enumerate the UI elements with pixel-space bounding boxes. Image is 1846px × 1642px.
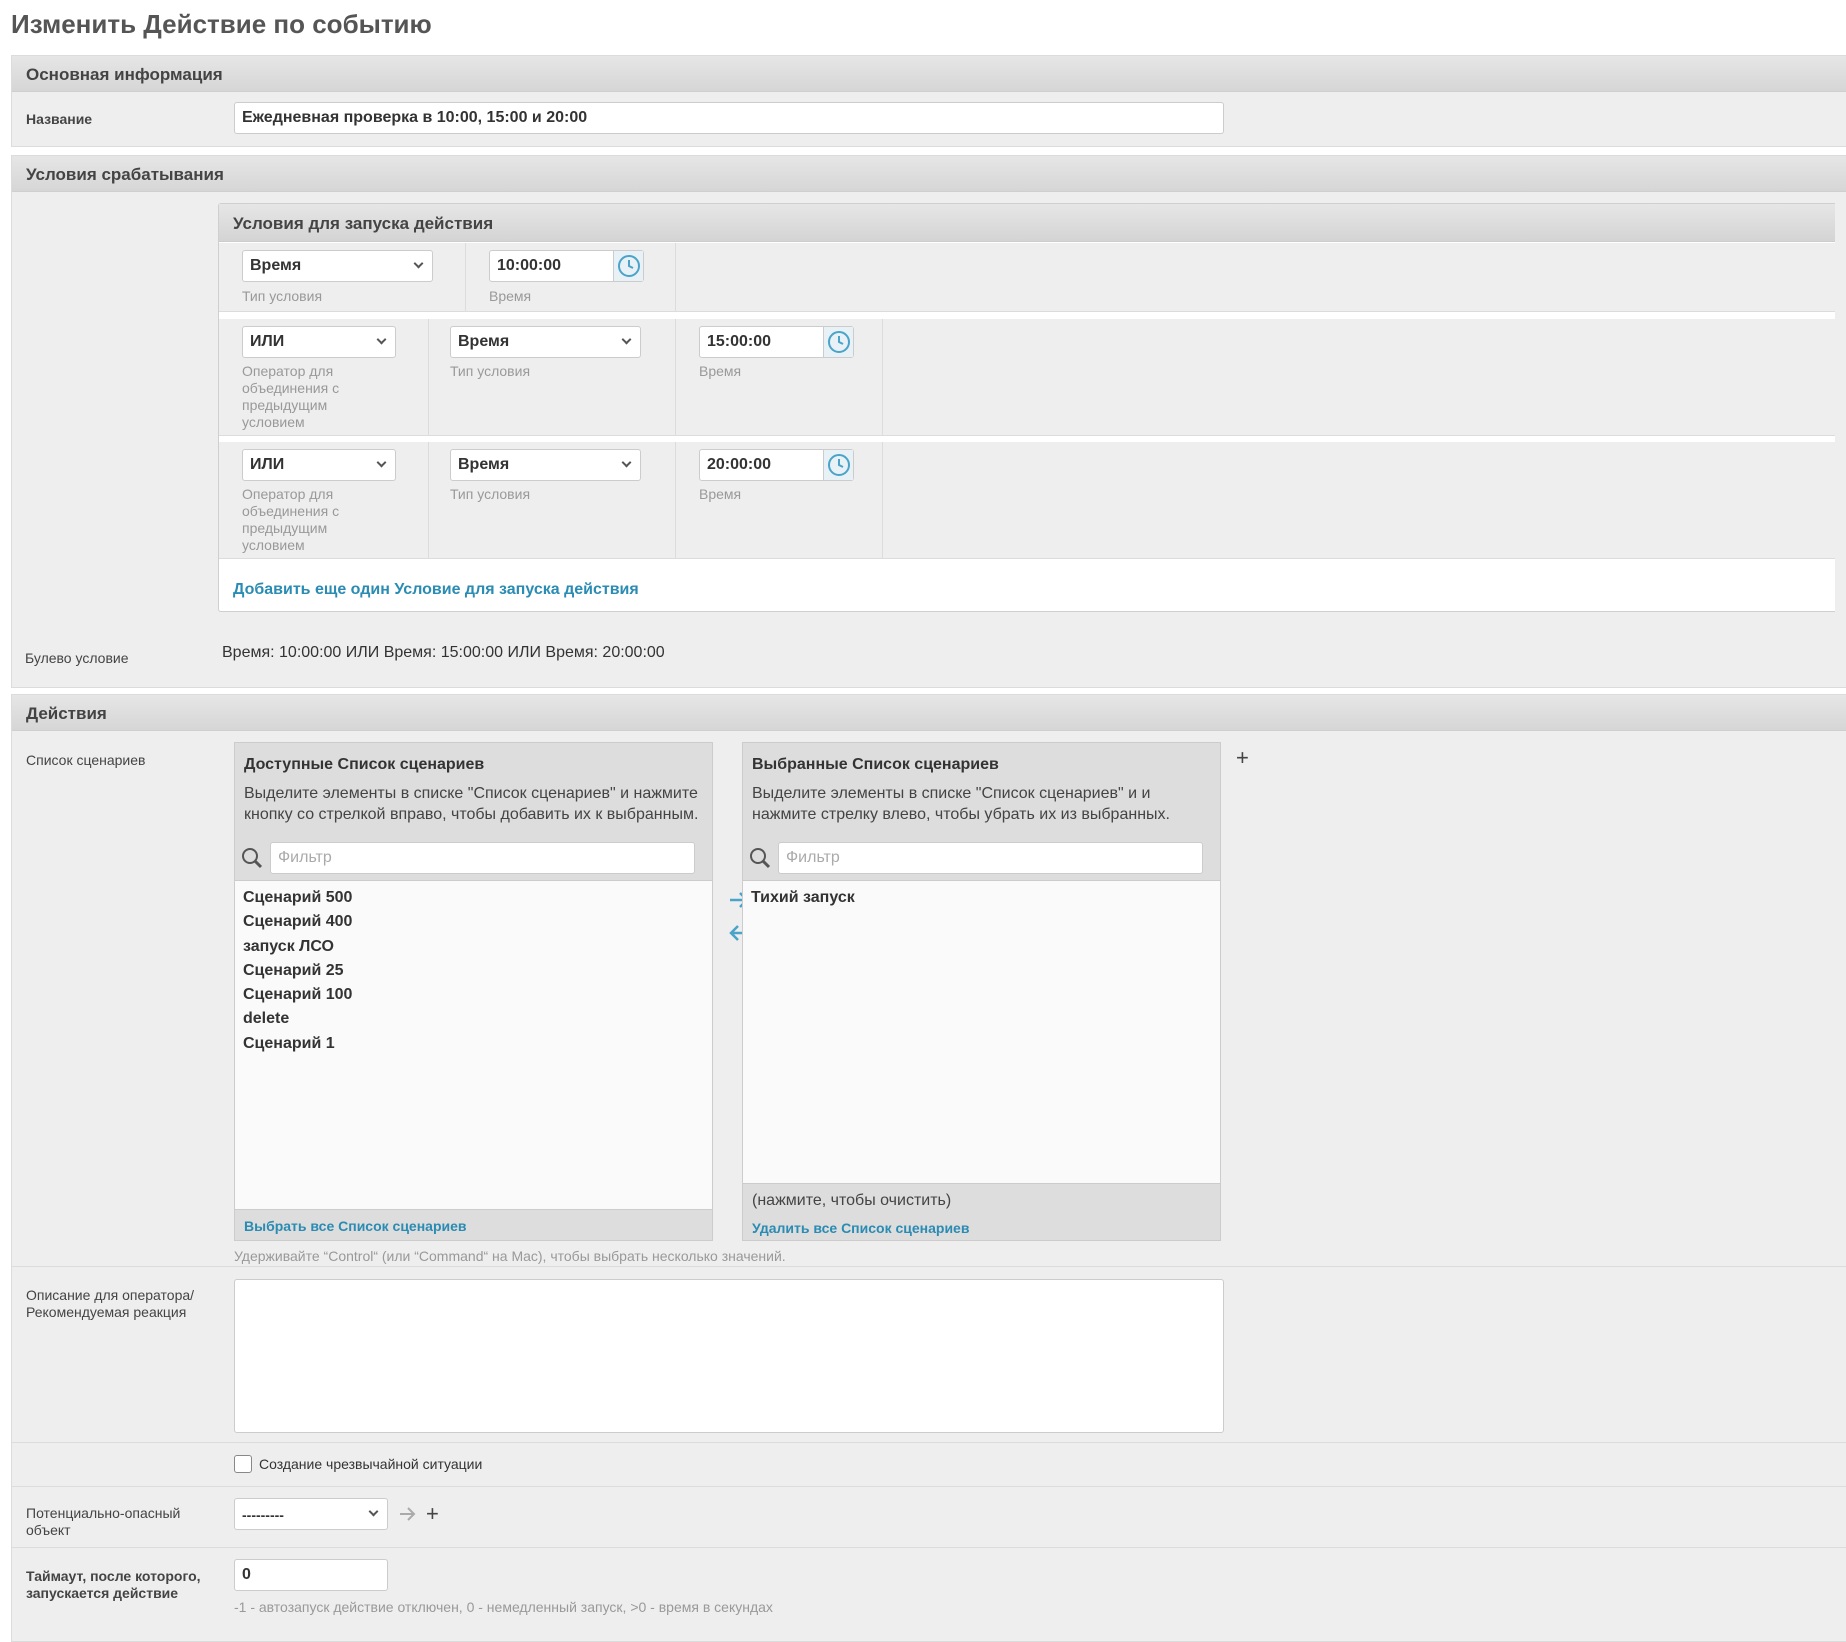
arrow-right-icon[interactable] xyxy=(399,1506,417,1527)
condition-type-value: Время xyxy=(458,333,510,350)
chosen-scenarios-box: Выбранные Список сценариев Выделите элем… xyxy=(742,742,1221,1241)
condition-type-value: Время xyxy=(250,257,302,274)
timeout-label: Таймаут, после которого, запускается дей… xyxy=(26,1568,201,1601)
clock-icon[interactable] xyxy=(823,450,853,480)
boolean-condition-label: Булево условие xyxy=(25,650,129,666)
search-icon xyxy=(749,847,771,874)
remove-all-link[interactable]: Удалить все Список сценариев xyxy=(752,1220,969,1236)
list-item[interactable]: Тихий запуск xyxy=(751,886,1212,910)
emergency-checkbox[interactable] xyxy=(234,1455,252,1473)
list-item[interactable]: запуск ЛСО xyxy=(243,935,704,959)
search-icon xyxy=(241,847,263,874)
boolean-condition-value: Время: 10:00:00 ИЛИ Время: 15:00:00 ИЛИ … xyxy=(222,644,665,661)
time-value: 20:00:00 xyxy=(707,456,772,473)
add-condition-link[interactable]: Добавить еще один Условие для запуска де… xyxy=(233,581,639,599)
operator-help: Оператор для объединения с предыдущим ус… xyxy=(242,363,340,430)
timeout-input[interactable]: 0 xyxy=(234,1559,388,1591)
chevron-down-icon xyxy=(376,334,387,345)
chosen-desc: Выделите элементы в списке "Список сцена… xyxy=(752,785,1170,823)
chosen-list[interactable]: Тихий запуск xyxy=(743,880,1220,1184)
operator-select[interactable]: ИЛИ xyxy=(242,326,396,358)
time-value: 10:00:00 xyxy=(497,257,562,274)
trigger-heading: Условия срабатывания xyxy=(12,156,1846,192)
description-textarea[interactable] xyxy=(234,1279,1224,1433)
list-item[interactable]: Сценарий 25 xyxy=(243,959,704,983)
chosen-title: Выбранные Список сценариев xyxy=(752,756,999,773)
clock-icon[interactable] xyxy=(613,251,643,281)
operator-value: ИЛИ xyxy=(250,333,285,350)
chevron-down-icon xyxy=(368,1506,379,1517)
name-input[interactable]: Ежедневная проверка в 10:00, 15:00 и 20:… xyxy=(234,102,1224,134)
conditions-heading: Условия для запуска действия xyxy=(219,204,1835,242)
chevron-down-icon xyxy=(621,457,632,468)
list-item[interactable]: delete xyxy=(243,1007,704,1031)
condition-type-select[interactable]: Время xyxy=(450,326,641,358)
condition-row: ИЛИ Оператор для объединения с предыдущи… xyxy=(219,442,1835,559)
condition-type-help: Тип условия xyxy=(242,288,323,304)
plus-icon[interactable]: + xyxy=(1236,747,1249,769)
time-help: Время xyxy=(489,288,532,304)
chevron-down-icon xyxy=(376,457,387,468)
condition-row: ИЛИ Оператор для объединения с предыдущи… xyxy=(219,319,1835,436)
list-item[interactable]: Сценарий 1 xyxy=(243,1032,704,1056)
clear-hint[interactable]: (нажмите, чтобы очистить) xyxy=(752,1192,951,1210)
hazard-object-value: --------- xyxy=(242,1507,284,1523)
actions-heading: Действия xyxy=(12,695,1846,731)
available-title: Доступные Список сценариев xyxy=(244,756,485,773)
timeout-help: -1 - автозапуск действие отключен, 0 - н… xyxy=(234,1599,773,1615)
basic-info-heading: Основная информация xyxy=(12,56,1846,92)
condition-type-value: Время xyxy=(458,456,510,473)
condition-type-select[interactable]: Время xyxy=(242,250,433,282)
chevron-down-icon xyxy=(413,258,424,269)
page-title: Изменить Действие по событию xyxy=(11,9,432,39)
condition-type-help: Тип условия xyxy=(450,486,531,502)
scenarios-label: Список сценариев xyxy=(26,752,146,768)
operator-select[interactable]: ИЛИ xyxy=(242,449,396,481)
scenarios-help: Удерживайте “Control“ (или “Command“ на … xyxy=(234,1248,786,1264)
available-list[interactable]: Сценарий 500 Сценарий 400 запуск ЛСО Сце… xyxy=(235,880,712,1210)
available-scenarios-box: Доступные Список сценариев Выделите элем… xyxy=(234,742,713,1241)
time-input[interactable]: 10:00:00 xyxy=(489,250,644,282)
list-item[interactable]: Сценарий 100 xyxy=(243,983,704,1007)
emergency-label: Создание чрезвычайной ситуации xyxy=(259,1456,483,1472)
available-desc: Выделите элементы в списке "Список сцена… xyxy=(244,785,699,823)
time-value: 15:00:00 xyxy=(707,333,772,350)
conditions-inline: Условия для запуска действия Время Тип у… xyxy=(218,203,1835,612)
condition-type-help: Тип условия xyxy=(450,363,531,379)
operator-help: Оператор для объединения с предыдущим ус… xyxy=(242,486,340,553)
choose-all-link[interactable]: Выбрать все Список сценариев xyxy=(244,1218,467,1234)
clock-icon[interactable] xyxy=(823,327,853,357)
description-label: Описание для оператора/ Рекомендуемая ре… xyxy=(26,1287,195,1320)
hazard-object-label: Потенциально-опасный объект xyxy=(26,1505,181,1538)
time-help: Время xyxy=(699,363,742,379)
name-label: Название xyxy=(26,111,93,127)
time-input[interactable]: 15:00:00 xyxy=(699,326,854,358)
available-filter-input[interactable]: Фильтр xyxy=(270,842,695,874)
time-help: Время xyxy=(699,486,742,502)
chosen-filter-input[interactable]: Фильтр xyxy=(778,842,1203,874)
operator-value: ИЛИ xyxy=(250,456,285,473)
list-item[interactable]: Сценарий 500 xyxy=(243,886,704,910)
plus-icon[interactable]: + xyxy=(426,1503,439,1525)
condition-row: Время Тип условия 10:00:00 Время xyxy=(219,243,1835,312)
condition-type-select[interactable]: Время xyxy=(450,449,641,481)
time-input[interactable]: 20:00:00 xyxy=(699,449,854,481)
actions-fieldset: Действия Список сценариев Доступные Спис… xyxy=(11,694,1846,1642)
hazard-object-select[interactable]: --------- xyxy=(234,1498,388,1530)
basic-info-fieldset: Основная информация Название Ежедневная … xyxy=(11,55,1846,147)
chevron-down-icon xyxy=(621,334,632,345)
list-item[interactable]: Сценарий 400 xyxy=(243,910,704,934)
